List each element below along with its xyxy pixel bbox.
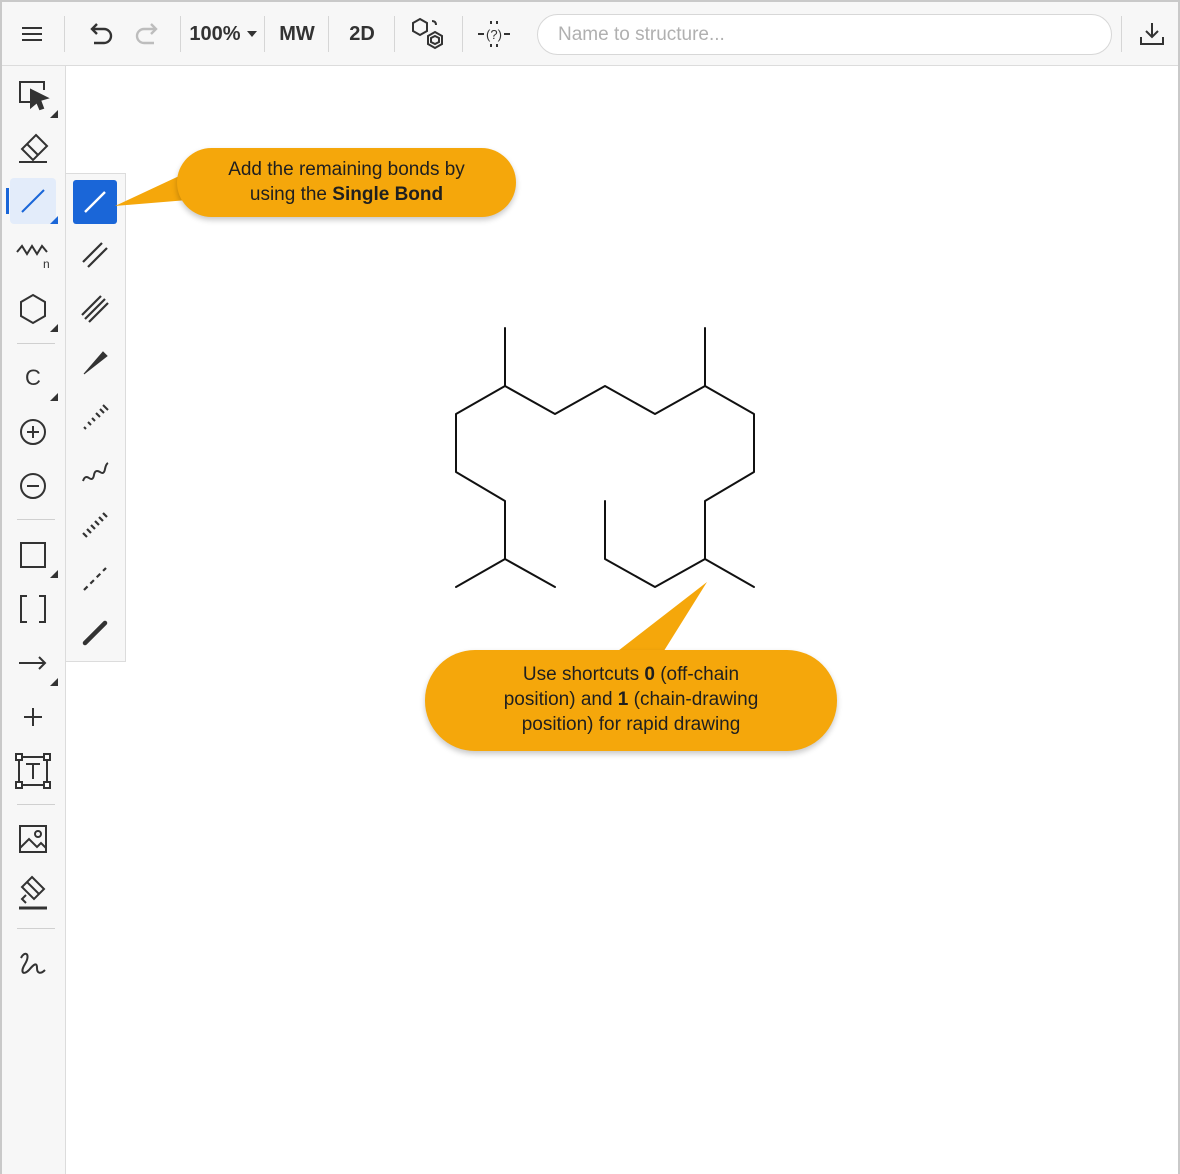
undo-icon [90,23,113,45]
image-tool[interactable] [10,816,56,862]
single-bond-icon [84,191,106,213]
single-bond-icon [21,189,45,213]
query-atom-button[interactable]: (?) [470,12,518,56]
shape-tool[interactable] [10,532,58,578]
bond-hint-callout: Add the remaining bonds by using the Sin… [177,148,516,217]
redo-icon [135,23,158,45]
redo-button[interactable] [126,12,172,56]
shortcut-text-4: (chain-drawing [628,689,759,710]
hashed-wedge-bond-button[interactable] [73,395,117,439]
bond-hint-bold: Single Bond [332,184,444,205]
shortcut-hint-line2: position) and 1 (chain-drawing [425,687,837,712]
shortcut-key-0: 0 [644,664,655,685]
highlighter-icon [19,875,47,910]
text-box-icon [15,753,51,789]
minus-circle-icon [20,473,46,499]
hashed-bond-button[interactable] [73,503,117,547]
dashed-bond-button[interactable] [73,557,117,601]
shortcut-text-1: Use shortcuts [522,664,645,685]
hashed-bond-icon [82,512,108,538]
plus-icon [24,708,42,726]
bond-type-flyout [66,173,126,662]
bond-hint-line1: Add the remaining bonds by [228,159,465,180]
download-button[interactable] [1130,12,1174,56]
double-bond-icon [82,242,108,268]
bond-tool[interactable] [10,178,58,224]
bond-left-isopropyl [504,558,556,588]
plus-circle-icon [20,419,46,445]
name-to-structure-input[interactable] [537,14,1112,55]
view-2d-label: 2D [349,22,375,45]
left-toolbar: n C [2,66,66,1174]
shortcut-key-1: 1 [617,689,629,710]
ring-tool[interactable] [10,286,58,332]
wavy-bond-icon [82,462,109,482]
erase-tool[interactable] [10,125,56,171]
atom-label: C [25,365,41,390]
top-toolbar: 100% MW 2D (?) [2,2,1178,66]
hamburger-menu-icon [22,27,42,41]
undo-button[interactable] [76,12,122,56]
double-bond-button[interactable] [73,233,117,277]
bond-chain-top [504,385,706,415]
text-tool[interactable] [10,748,56,794]
svg-text:(?): (?) [486,27,502,42]
clean-structure-icon [412,17,443,50]
bond-right-methyl [704,558,755,588]
bond-hint-line2: using the Single Bond [177,182,516,207]
shortcut-text-3: position) and [503,689,618,710]
wedge-bond-button[interactable] [73,341,117,385]
svg-text:n: n [43,257,50,271]
triple-bond-button[interactable] [73,287,117,331]
mw-label: MW [279,22,315,45]
freehand-icon [20,952,46,974]
bond-chain-right [604,327,755,588]
zoom-dropdown[interactable]: 100% [188,12,258,56]
view-2d-button[interactable]: 2D [338,12,386,56]
chevron-down-icon [246,31,257,37]
bond-chain-left [455,327,506,588]
bracket-icon [20,595,46,623]
plus-tool[interactable] [10,694,56,740]
arrow-right-icon [19,656,47,670]
bold-bond-button[interactable] [73,611,117,655]
wavy-bond-button[interactable] [73,449,117,493]
shortcut-hint-line1: Use shortcuts 0 (off-chain [425,662,837,687]
clean-structure-button[interactable] [404,12,452,56]
negative-charge-tool[interactable] [10,463,56,509]
arrow-tool[interactable] [10,640,58,686]
highlight-tool[interactable] [10,870,56,916]
dashed-bond-icon [83,567,107,591]
eraser-icon [19,133,49,163]
download-icon [1140,23,1164,45]
hexagon-icon [20,293,46,325]
bold-bond-icon [82,620,108,646]
bracket-tool[interactable] [10,586,56,632]
single-bond-button[interactable] [73,180,117,224]
shortcut-hint-line3: position) for rapid drawing [521,714,741,735]
triple-bond-icon [81,295,109,323]
positive-charge-tool[interactable] [10,409,56,455]
mw-button[interactable]: MW [272,12,322,56]
select-tool[interactable] [10,72,58,118]
freehand-tool[interactable] [10,940,56,986]
chain-icon: n [16,244,50,271]
app-window: 100% MW 2D (?) Name to structure... n C … [0,0,1180,1174]
wedge-bond-icon [83,351,108,375]
chain-tool[interactable]: n [10,232,56,278]
shortcut-hint-callout: Use shortcuts 0 (off-chain position) and… [425,650,837,751]
atom-tool[interactable]: C [10,355,58,401]
image-icon [19,825,47,853]
zoom-value: 100% [189,22,241,45]
hashed-wedge-icon [83,404,109,430]
query-atom-icon: (?) [478,21,510,47]
shortcut-text-2: (off-chain [654,664,740,685]
bond-hint-prefix: using the [249,184,333,205]
menu-button[interactable] [10,12,54,56]
select-arrow-icon [19,81,50,111]
rectangle-icon [20,542,46,568]
